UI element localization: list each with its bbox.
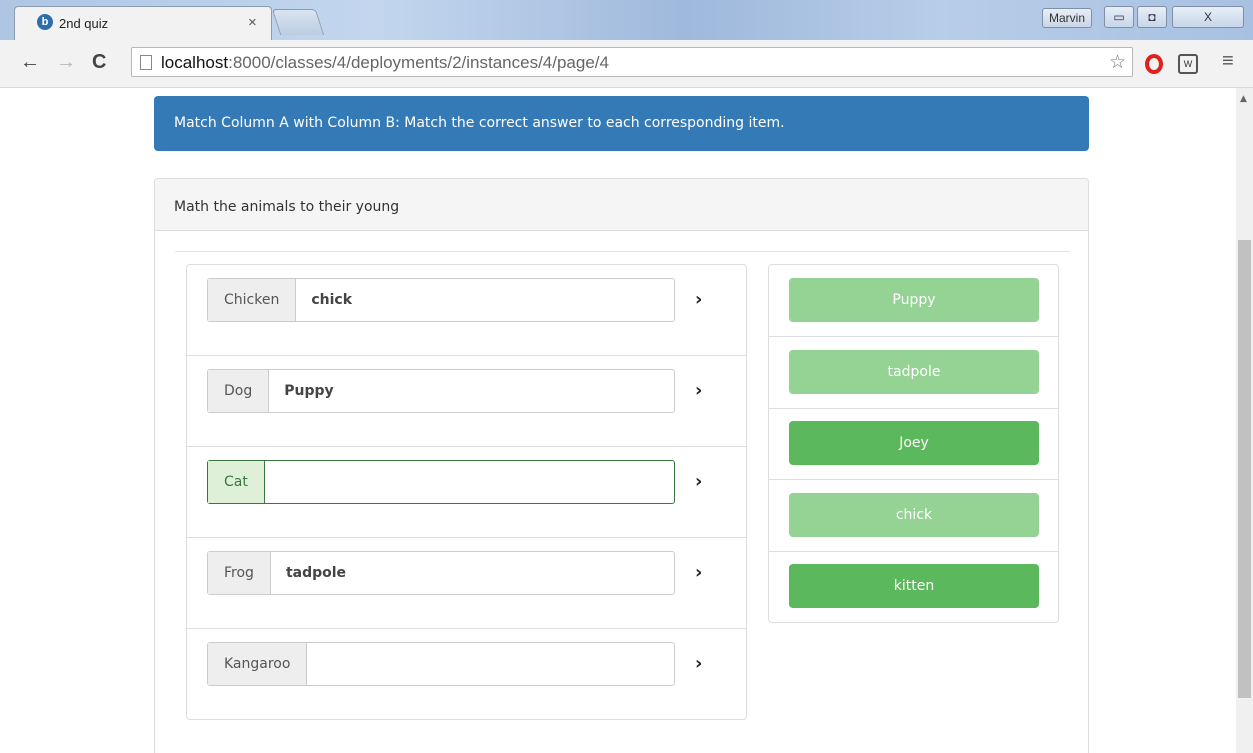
match-input-group[interactable]: Chicken chick	[207, 278, 675, 322]
chevron-right-icon[interactable]: ›	[695, 471, 702, 492]
item-label: Cat	[208, 461, 265, 503]
maximize-window-button[interactable]: ◘	[1137, 6, 1167, 28]
site-favicon-icon: b	[37, 14, 53, 30]
answer-field[interactable]	[307, 643, 674, 685]
column-a-row: Chicken chick ›	[187, 265, 746, 356]
chevron-right-icon[interactable]: ›	[695, 562, 702, 583]
column-b: Puppy tadpole Joey chick kitten	[768, 264, 1059, 623]
url-path: :8000/classes/4/deployments/2/instances/…	[228, 53, 609, 72]
browser-tab[interactable]: b 2nd quiz ×	[14, 6, 272, 40]
url-text[interactable]: localhost:8000/classes/4/deployments/2/i…	[161, 53, 609, 73]
item-label: Kangaroo	[208, 643, 308, 685]
answer-option-button[interactable]: tadpole	[789, 349, 1039, 394]
answer-field[interactable]: Puppy	[269, 370, 674, 412]
opera-extension-icon[interactable]	[1145, 54, 1163, 74]
match-input-group[interactable]: Frog tadpole	[207, 551, 675, 595]
column-a-row: Dog Puppy ›	[187, 356, 746, 447]
column-a-row: Kangaroo ›	[187, 629, 746, 720]
column-a-row: Frog tadpole ›	[187, 538, 746, 629]
address-bar[interactable]: localhost:8000/classes/4/deployments/2/i…	[131, 47, 1133, 77]
item-label: Chicken	[208, 279, 297, 321]
divider	[175, 251, 1070, 252]
match-input-group[interactable]: Dog Puppy	[207, 369, 675, 413]
answer-option-button[interactable]: kitten	[789, 564, 1039, 608]
browser-toolbar: ← → C localhost:8000/classes/4/deploymen…	[0, 40, 1253, 88]
new-tab-button[interactable]	[271, 9, 325, 35]
tab-title: 2nd quiz	[59, 16, 109, 31]
window-title-bar: b 2nd quiz × Marvin ▭ ◘ X	[0, 0, 1253, 40]
extension-icon[interactable]: W	[1178, 54, 1198, 74]
question-panel: Math the animals to their young Chicken c…	[154, 178, 1089, 753]
column-b-row: tadpole	[769, 337, 1058, 409]
match-input-group[interactable]: Cat	[207, 460, 675, 504]
reload-icon[interactable]: C	[92, 51, 106, 74]
chevron-right-icon[interactable]: ›	[695, 380, 702, 401]
tab-close-icon[interactable]: ×	[248, 14, 257, 31]
back-arrow-icon[interactable]: ←	[20, 51, 40, 74]
bookmark-star-icon[interactable]: ☆	[1109, 51, 1126, 74]
instructions-banner: Match Column A with Column B: Match the …	[154, 96, 1089, 151]
close-window-button[interactable]: X	[1172, 6, 1244, 28]
match-input-group[interactable]: Kangaroo	[207, 642, 675, 686]
browser-menu-icon[interactable]: ≡	[1222, 50, 1234, 73]
page-icon	[140, 55, 152, 70]
answer-field[interactable]	[265, 461, 674, 503]
column-a-row: Cat ›	[187, 447, 746, 538]
profile-name-button[interactable]: Marvin	[1042, 8, 1093, 28]
column-b-row: Joey	[769, 408, 1058, 480]
answer-option-button[interactable]: Puppy	[789, 278, 1039, 322]
item-label: Dog	[208, 370, 270, 412]
column-b-row: kitten	[769, 551, 1058, 623]
answer-option-button[interactable]: chick	[789, 492, 1039, 537]
column-b-row: Puppy	[769, 265, 1058, 337]
url-host: localhost	[161, 53, 229, 72]
minimize-window-button[interactable]: ▭	[1104, 6, 1134, 28]
chevron-right-icon[interactable]: ›	[695, 289, 702, 310]
page-viewport: Match Column A with Column B: Match the …	[0, 88, 1253, 753]
item-label: Frog	[208, 552, 271, 594]
chevron-right-icon[interactable]: ›	[695, 653, 702, 674]
column-b-row: chick	[769, 480, 1058, 552]
answer-field[interactable]: tadpole	[271, 552, 674, 594]
scroll-up-arrow-icon[interactable]: ▲	[1240, 94, 1247, 104]
scrollbar-thumb[interactable]	[1238, 240, 1251, 698]
answer-option-button[interactable]: Joey	[789, 421, 1039, 465]
column-a: Chicken chick › Dog Puppy › Cat › Frog tadpole › Ka…	[186, 264, 747, 720]
answer-field[interactable]: chick	[296, 279, 674, 321]
question-title: Math the animals to their young	[155, 179, 1088, 231]
vertical-scrollbar[interactable]: ▲	[1236, 88, 1253, 753]
forward-arrow-icon[interactable]: →	[56, 51, 76, 74]
